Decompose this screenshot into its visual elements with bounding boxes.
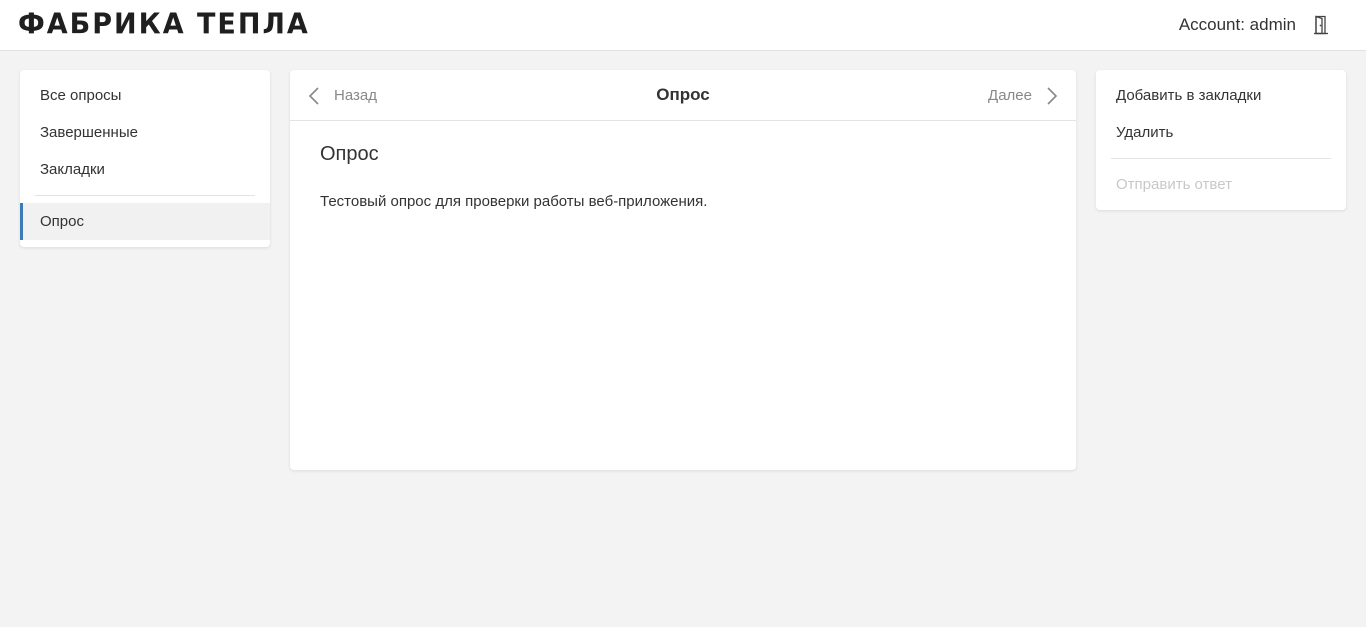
actions-panel: Добавить в закладки Удалить Отправить от…: [1096, 70, 1346, 210]
nav-item-all-surveys[interactable]: Все опросы: [20, 77, 270, 114]
chevron-right-icon: [1047, 87, 1058, 105]
next-button[interactable]: Далее: [988, 85, 1058, 107]
left-navigation: Все опросы Завершенные Закладки Опрос: [20, 70, 270, 247]
survey-panel: Назад Опрос Далее Опрос Тестовый опрос д…: [290, 70, 1076, 470]
nav-divider: [35, 195, 255, 196]
panel-title: Опрос: [656, 85, 710, 104]
survey-panel-header: Назад Опрос Далее: [290, 70, 1076, 121]
actions-divider: [1111, 158, 1331, 159]
survey-title: Опрос: [320, 143, 379, 165]
next-button-label: Далее: [988, 87, 1032, 104]
delete-button[interactable]: Удалить: [1116, 123, 1173, 143]
survey-description: Тестовый опрос для проверки работы веб-п…: [320, 193, 708, 210]
account-label: Account: admin: [1178, 15, 1296, 34]
top-bar: ФАБРИКА ТЕПЛА Account: admin: [0, 0, 1366, 51]
add-bookmark-button[interactable]: Добавить в закладки: [1116, 86, 1261, 106]
nav-item-survey-active[interactable]: Опрос: [20, 203, 270, 240]
nav-item-bookmarks[interactable]: Закладки: [20, 151, 270, 188]
submit-answer-button[interactable]: Отправить ответ: [1116, 175, 1232, 195]
brand-logo[interactable]: ФАБРИКА ТЕПЛА: [18, 8, 310, 42]
door-exit-icon[interactable]: [1313, 15, 1329, 35]
nav-item-completed[interactable]: Завершенные: [20, 114, 270, 151]
